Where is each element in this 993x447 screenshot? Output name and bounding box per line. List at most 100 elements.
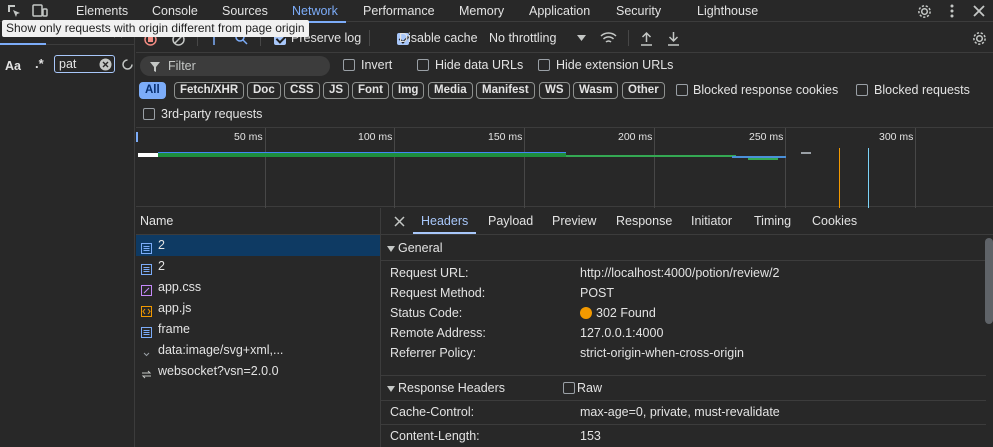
toolbar-divider bbox=[369, 30, 370, 46]
request-name: 2 bbox=[158, 259, 165, 273]
close-details-icon[interactable] bbox=[393, 215, 405, 227]
header-value[interactable]: http://localhost:4000/potion/review/2 bbox=[580, 263, 779, 283]
general-section-header[interactable]: General bbox=[381, 236, 986, 260]
request-row[interactable]: data:image/svg+xml,... bbox=[136, 340, 380, 361]
third-party-requests-checkbox[interactable] bbox=[143, 108, 155, 120]
type-filter-doc[interactable]: Doc bbox=[247, 82, 281, 99]
refresh-search-icon[interactable] bbox=[120, 57, 134, 71]
hide-data-urls-checkbox[interactable] bbox=[417, 59, 429, 71]
waterfall-bar-secondary bbox=[566, 155, 736, 157]
tab-lighthouse[interactable]: Lighthouse bbox=[697, 0, 758, 22]
type-filter-all[interactable]: All bbox=[139, 82, 166, 99]
header-value[interactable]: max-age=0, private, must-revalidate bbox=[580, 402, 780, 422]
response-header-cache-control: Cache-Control: max-age=0, private, must-… bbox=[390, 402, 980, 422]
request-row[interactable]: 2 bbox=[136, 256, 380, 277]
general-row-referrer-policy: Referrer Policy: strict-origin-when-cros… bbox=[390, 343, 980, 363]
tab-preview[interactable]: Preview bbox=[552, 208, 596, 234]
type-filter-img[interactable]: Img bbox=[392, 82, 425, 99]
triangle-down-icon bbox=[387, 385, 395, 392]
request-row[interactable]: app.css bbox=[136, 277, 380, 298]
tab-console[interactable]: Console bbox=[152, 0, 198, 22]
type-filter-media[interactable]: Media bbox=[428, 82, 473, 99]
websocket-icon bbox=[141, 366, 152, 379]
raw-checkbox[interactable] bbox=[563, 382, 575, 394]
device-toolbar-icon[interactable] bbox=[32, 3, 48, 19]
header-value[interactable]: POST bbox=[580, 283, 614, 303]
load-event-line bbox=[868, 148, 869, 208]
request-row[interactable]: app.js bbox=[136, 298, 380, 319]
match-case-toggle[interactable]: Aa bbox=[5, 59, 21, 73]
tab-application[interactable]: Application bbox=[529, 0, 590, 22]
filter-input[interactable]: Filter bbox=[140, 56, 330, 76]
tab-cookies[interactable]: Cookies bbox=[812, 208, 857, 234]
header-value[interactable]: 127.0.0.1:4000 bbox=[580, 323, 663, 343]
type-filter-font[interactable]: Font bbox=[352, 82, 389, 99]
tab-payload[interactable]: Payload bbox=[488, 208, 533, 234]
request-row[interactable]: websocket?vsn=2.0.0 bbox=[136, 361, 380, 382]
disable-cache-label: Disable cache bbox=[399, 31, 478, 45]
more-options-icon[interactable] bbox=[944, 3, 960, 19]
status-dot-icon bbox=[580, 307, 592, 319]
tab-elements[interactable]: Elements bbox=[76, 0, 128, 22]
header-value[interactable]: strict-origin-when-cross-origin bbox=[580, 343, 744, 363]
clear-search-icon[interactable] bbox=[99, 58, 112, 71]
image-data-icon bbox=[141, 345, 152, 357]
export-har-icon[interactable] bbox=[666, 30, 680, 46]
response-headers-section-header[interactable]: Response Headers Raw bbox=[381, 375, 986, 399]
tab-security[interactable]: Security bbox=[616, 0, 661, 22]
type-filter-wasm[interactable]: Wasm bbox=[573, 82, 619, 99]
type-filter-css[interactable]: CSS bbox=[284, 82, 320, 99]
details-scrollbar[interactable] bbox=[985, 238, 993, 324]
request-list: Name 2 2 app.css app.js frame data:image… bbox=[136, 208, 380, 447]
type-filter-manifest[interactable]: Manifest bbox=[476, 82, 535, 99]
tab-headers[interactable]: Headers bbox=[412, 208, 477, 234]
import-har-icon[interactable] bbox=[639, 30, 653, 46]
type-filter-fetch-xhr[interactable]: Fetch/XHR bbox=[174, 82, 245, 99]
type-filter-other[interactable]: Other bbox=[622, 82, 665, 99]
search-input[interactable]: pat bbox=[54, 55, 115, 73]
header-value[interactable]: 153 bbox=[580, 426, 601, 446]
request-row[interactable]: frame bbox=[136, 319, 380, 340]
grid-line bbox=[654, 128, 655, 208]
network-settings-gear-icon[interactable] bbox=[971, 30, 987, 46]
tab-performance[interactable]: Performance bbox=[363, 0, 435, 22]
tab-timing[interactable]: Timing bbox=[754, 208, 791, 234]
chevron-down-icon[interactable] bbox=[576, 34, 586, 42]
request-row[interactable]: 2 bbox=[136, 235, 380, 256]
inspect-element-icon[interactable] bbox=[6, 3, 22, 19]
close-devtools-icon[interactable] bbox=[971, 3, 987, 19]
divider bbox=[381, 260, 986, 261]
grid-line bbox=[915, 128, 916, 208]
throttling-select[interactable]: No throttling bbox=[489, 31, 556, 45]
header-value[interactable]: 302 Found bbox=[596, 303, 656, 323]
tooltip: Show only requests with origin different… bbox=[2, 20, 309, 37]
tab-network[interactable]: Network bbox=[284, 0, 346, 23]
timeline-start-marker bbox=[136, 132, 138, 142]
tab-sources[interactable]: Sources bbox=[222, 0, 268, 22]
settings-gear-icon[interactable] bbox=[916, 3, 932, 19]
type-filter-js[interactable]: JS bbox=[323, 82, 350, 99]
request-list-header[interactable]: Name bbox=[136, 208, 380, 235]
request-name: websocket?vsn=2.0.0 bbox=[158, 364, 279, 378]
network-overview-timeline[interactable]: 50 ms 100 ms 150 ms 200 ms 250 ms 300 ms bbox=[136, 127, 993, 208]
tab-initiator[interactable]: Initiator bbox=[691, 208, 732, 234]
general-row-request-method: Request Method: POST bbox=[390, 283, 980, 303]
third-party-requests-label: 3rd-party requests bbox=[161, 107, 263, 121]
blocked-response-cookies-label: Blocked response cookies bbox=[693, 83, 839, 97]
header-key: Referrer Policy: bbox=[390, 346, 477, 360]
regex-toggle[interactable]: .* bbox=[35, 56, 44, 71]
blocked-response-cookies-checkbox[interactable] bbox=[676, 84, 688, 96]
tab-memory[interactable]: Memory bbox=[459, 0, 504, 22]
hide-extension-urls-checkbox[interactable] bbox=[538, 59, 550, 71]
tab-response[interactable]: Response bbox=[616, 208, 672, 234]
blocked-requests-checkbox[interactable] bbox=[856, 84, 868, 96]
hide-data-urls-label: Hide data URLs bbox=[435, 58, 524, 72]
header-key: Content-Length: bbox=[390, 429, 480, 443]
timeline-tick-label: 250 ms bbox=[749, 131, 784, 143]
invert-checkbox[interactable] bbox=[343, 59, 355, 71]
search-pane: Search Aa .* pat bbox=[0, 23, 135, 447]
type-filter-ws[interactable]: WS bbox=[539, 82, 570, 99]
triangle-down-icon bbox=[387, 245, 395, 252]
network-conditions-wifi-icon[interactable] bbox=[599, 31, 617, 45]
header-key: Request Method: bbox=[390, 286, 486, 300]
